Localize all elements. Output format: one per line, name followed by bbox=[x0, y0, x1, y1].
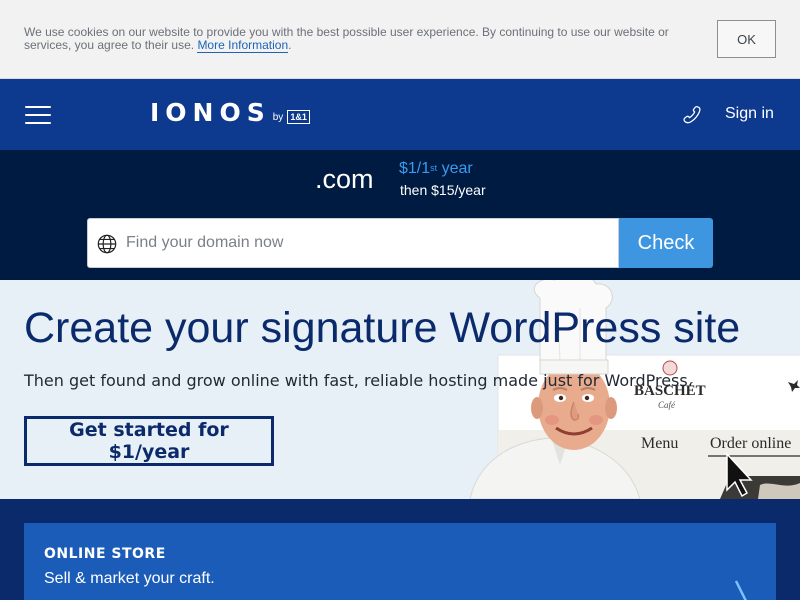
cookie-ok-button[interactable]: OK bbox=[717, 20, 776, 58]
check-button[interactable]: Check bbox=[619, 218, 713, 268]
hero-title: Create your signature WordPress site bbox=[24, 304, 741, 352]
more-information-link[interactable]: More Information bbox=[197, 38, 289, 53]
logo-brand-badge: 1&1 bbox=[287, 110, 310, 124]
globe-icon bbox=[97, 234, 117, 254]
domain-search-box bbox=[87, 218, 619, 268]
cookie-period: . bbox=[288, 38, 292, 52]
cookie-text: We use cookies on our website to provide… bbox=[24, 25, 669, 52]
get-started-button[interactable]: Get started for $1/year bbox=[24, 416, 274, 466]
price-suffix: year bbox=[437, 160, 473, 177]
online-store-card[interactable]: ONLINE STORE Sell & market your craft. bbox=[24, 523, 776, 600]
mockup-menu-label: Menu bbox=[641, 435, 678, 452]
domain-price-renewal: then $15/year bbox=[400, 182, 486, 198]
domain-price: $1/1st year bbox=[399, 160, 473, 178]
price-prefix: $1/1 bbox=[399, 160, 431, 177]
ionos-logo[interactable]: IONOS by 1&1 bbox=[150, 99, 310, 127]
logo-by: by bbox=[272, 112, 284, 123]
card-eyebrow: ONLINE STORE bbox=[44, 546, 166, 562]
domain-search-input[interactable] bbox=[126, 229, 606, 257]
chevron-right-icon[interactable] bbox=[732, 579, 752, 600]
logo-wordmark: IONOS bbox=[150, 98, 271, 127]
card-description: Sell & market your craft. bbox=[44, 570, 215, 587]
hero-subtitle: Then get found and grow online with fast… bbox=[24, 371, 693, 390]
cookie-message: We use cookies on our website to provide… bbox=[24, 25, 674, 53]
mockup-order-label: Order online bbox=[710, 435, 791, 452]
domain-tld: .com bbox=[315, 164, 374, 194]
phone-icon[interactable] bbox=[680, 104, 702, 126]
domain-search-band: .com $1/1st year then $15/year Check bbox=[0, 150, 800, 280]
hamburger-icon[interactable] bbox=[25, 106, 51, 124]
cafe-brand-sub: Café bbox=[658, 400, 676, 410]
cookie-banner: We use cookies on our website to provide… bbox=[0, 0, 800, 79]
hero-section: BASCHÉT Café Menu Order online Create yo… bbox=[0, 280, 800, 499]
site-header: IONOS by 1&1 Sign in bbox=[0, 79, 800, 150]
sign-in-link[interactable]: Sign in bbox=[725, 105, 774, 123]
